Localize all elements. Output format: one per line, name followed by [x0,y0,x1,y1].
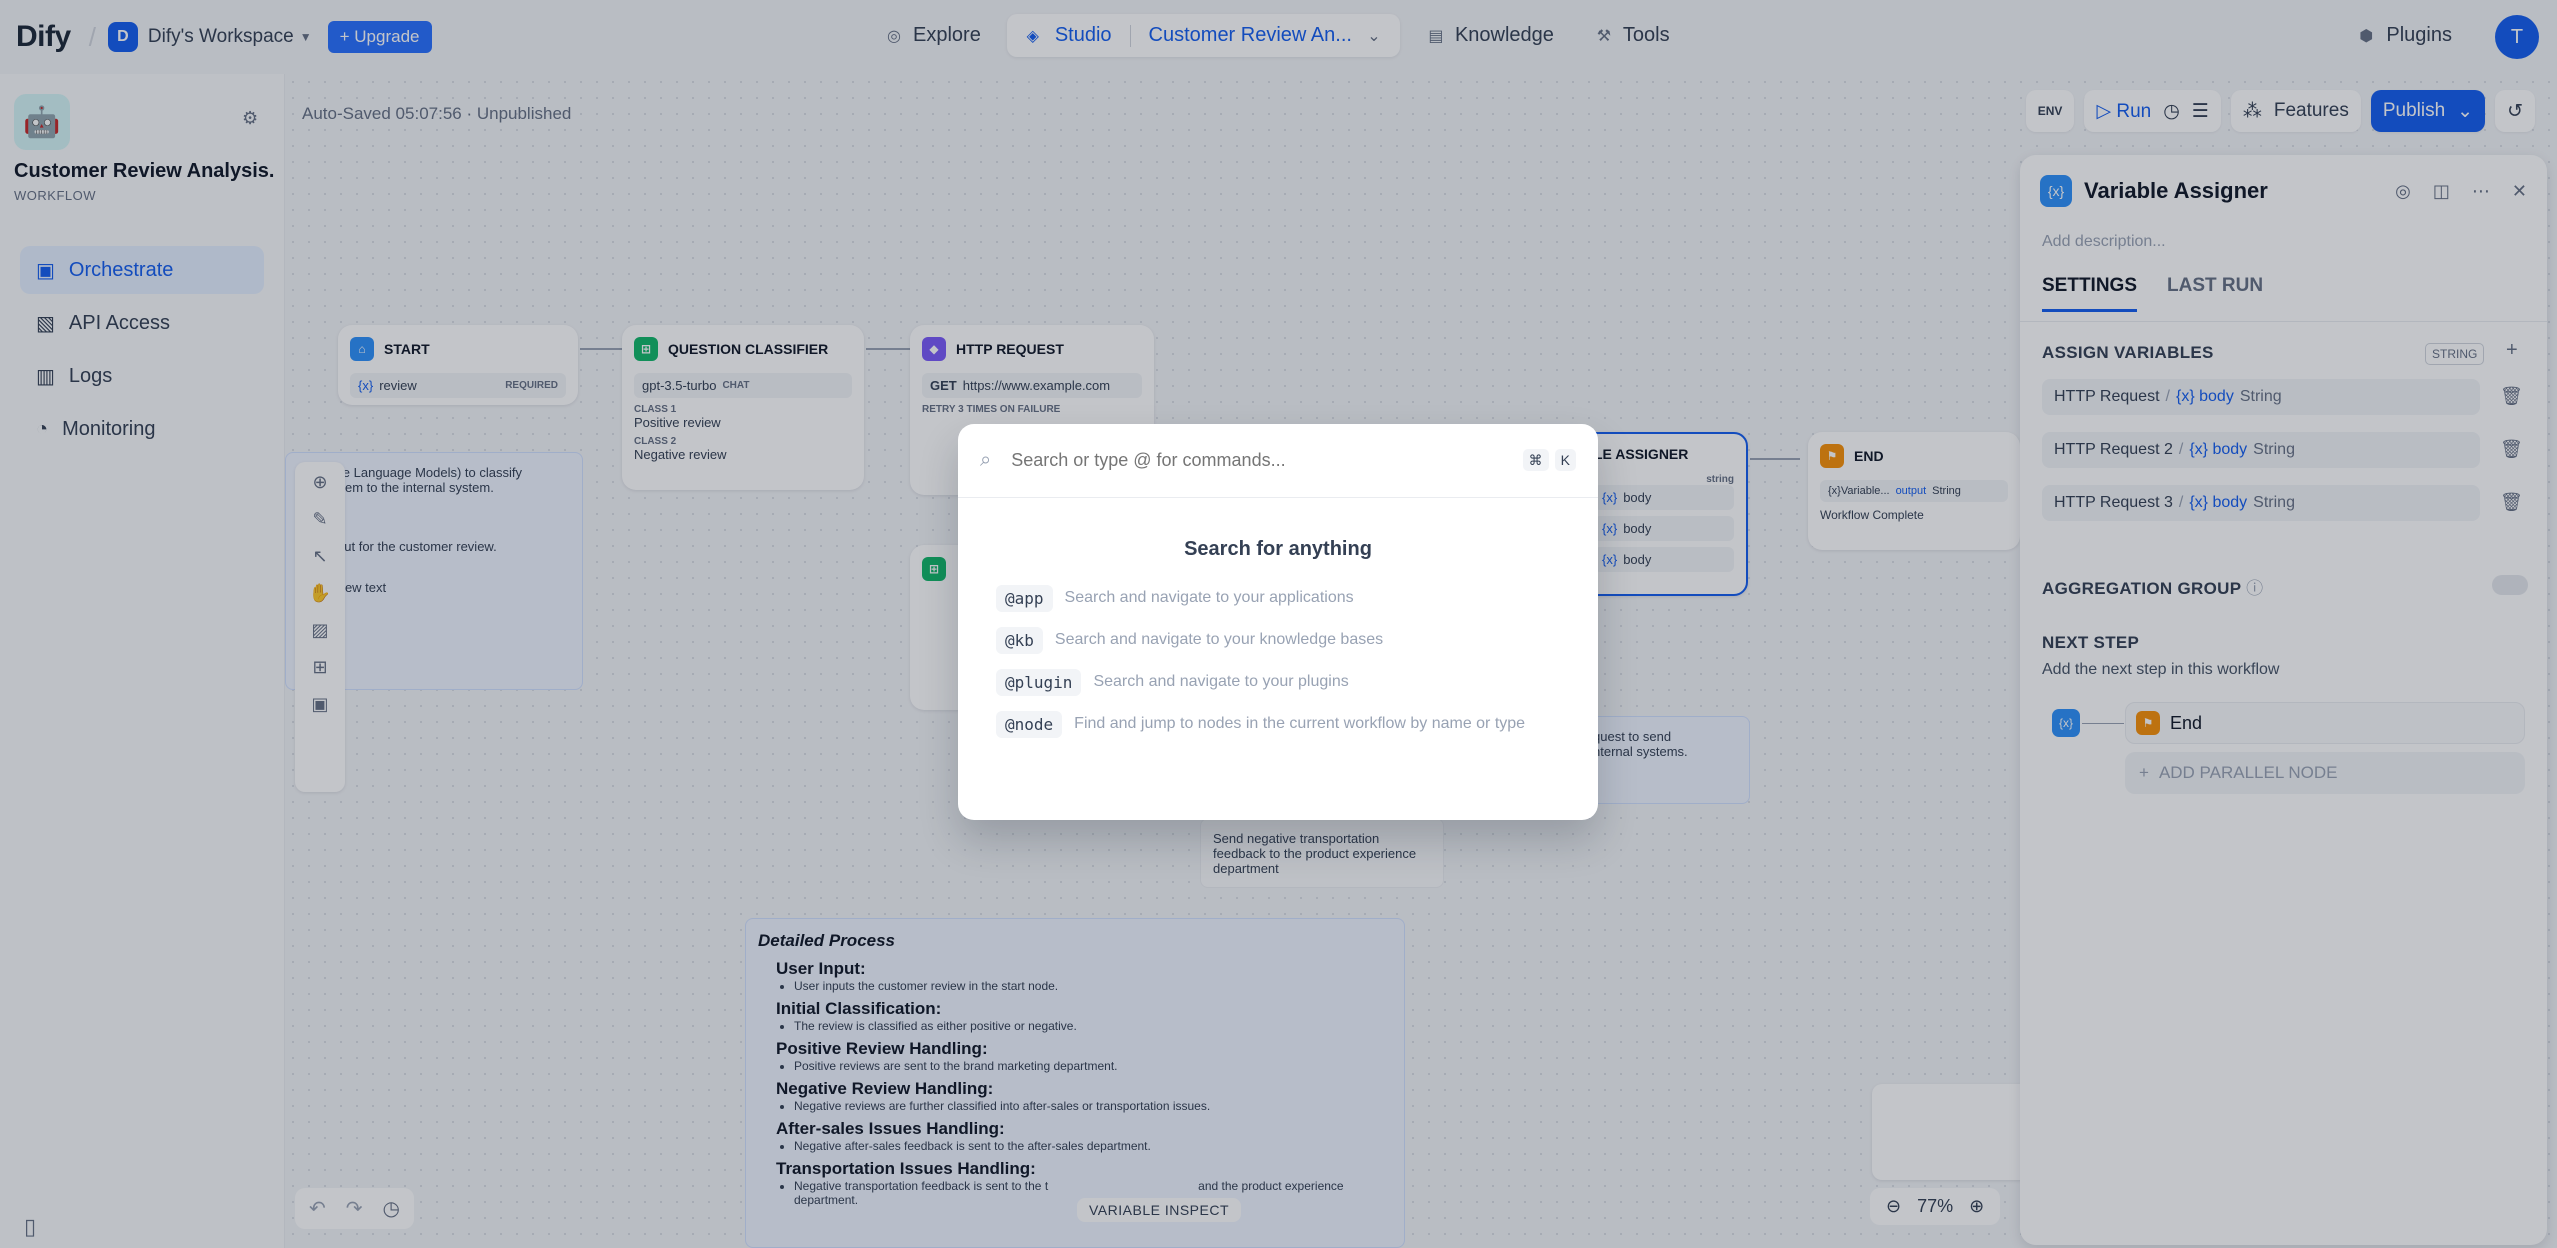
command-desc: Search and navigate to your plugins [1093,673,1349,690]
shortcut-mod: ⌘ [1522,448,1549,471]
command-item-app[interactable]: @app Search and navigate to your applicat… [958,577,1598,619]
command-desc: Search and navigate to your applications [1064,589,1354,606]
command-item-plugin[interactable]: @plugin Search and navigate to your plugi… [958,661,1598,703]
command-search-bar: ⌕ ⌘K [958,424,1598,498]
command-search-input[interactable] [1011,450,1497,471]
command-desc: Search and navigate to your knowledge ba… [1054,631,1384,648]
command-item-kb[interactable]: @kb Search and navigate to your knowledge… [958,619,1598,661]
search-icon: ⌕ [980,449,992,471]
command-heading: Search for anything [1184,538,1372,560]
command-tag: @node [996,710,1063,738]
command-tag: @kb [996,626,1043,654]
command-item-node[interactable]: @node Find and jump to nodes in the curre… [958,703,1598,745]
shortcut-hint: ⌘ K [1517,448,1576,471]
shortcut-key: K [1554,448,1576,471]
command-tag: @plugin [996,668,1082,696]
command-palette: ⌕ ⌘K Search for anything @app Search and … [958,424,1598,820]
command-tag: @app [996,584,1053,612]
command-desc: Find and jump to nodes in the current wo… [1074,715,1526,732]
